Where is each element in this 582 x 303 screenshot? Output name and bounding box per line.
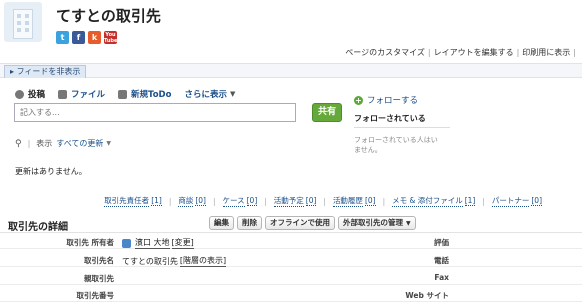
related-link-contacts[interactable]: 取引先責任者 [104,195,150,207]
customize-page-link[interactable]: ページのカスタマイズ [345,48,425,57]
social-links: t f k You Tube [56,31,117,44]
twitter-icon[interactable]: t [56,31,69,44]
facebook-icon[interactable]: f [72,31,85,44]
account-icon [4,2,42,42]
klout-icon[interactable]: k [88,31,101,44]
file-icon [58,89,68,99]
related-link-opportunities[interactable]: 商談 [178,195,194,207]
field-label: 親取引先 [84,274,114,283]
feed-filter: ⚲ | 表示 すべての更新 ▼ [15,138,112,149]
tab-new-todo[interactable]: 新規ToDo [118,88,171,100]
detail-row-owner: 取引先 所有者 濱口 大地 [変更] 評価 [0,234,582,249]
speech-bubble-icon [15,89,24,99]
caret-down-icon: ▼ [106,140,112,147]
feed-bar [0,63,582,78]
edit-button[interactable]: 編集 [209,216,234,230]
related-list-links: 取引先責任者 [1] | 商談 [0] | ケース [0] | 活動予定 [0] | 活動履歴[… [104,195,542,207]
filter-dropdown[interactable]: すべての更新 [56,138,103,149]
section-title: 取引先の詳細 [8,222,68,233]
followers-title: フォローされている [354,114,426,123]
delete-button[interactable]: 削除 [237,216,262,230]
owner-link[interactable]: 濱口 大地 [135,237,170,249]
caret-down-icon: ▼ [406,220,411,227]
use-offline-button[interactable]: オフラインで使用 [265,216,335,230]
edit-layout-link[interactable]: レイアウトを編集する [434,48,514,57]
related-link-activity-history[interactable]: 活動履歴 [332,195,363,207]
related-link-cases[interactable]: ケース [222,195,245,207]
post-input[interactable] [14,103,296,122]
caret-down-icon: ▼ [229,90,236,98]
tab-file[interactable]: ファイル [58,88,105,100]
view-hierarchy-link[interactable]: [階層の表示] [179,255,227,267]
manage-external-account-button[interactable]: 外部取引先の管理 ▼ [338,216,416,230]
related-link-partners[interactable]: パートナー [491,195,530,207]
tab-post[interactable]: 投稿 [15,88,45,100]
no-updates-text: 更新はありません。 [15,167,87,176]
field-label: 取引先名 [84,256,114,265]
related-link-notes-attachments[interactable]: メモ & 添付ファイル [392,195,463,207]
detail-row-parent-account: 親取引先 Fax [0,270,582,285]
top-links: ページのカスタマイズ | レイアウトを編集する | 印刷用に表示 | [345,48,576,57]
field-label: 取引先番号 [76,291,115,300]
field-value: 濱口 大地 [変更] [122,237,194,249]
detail-row-account-name: 取引先名 てすとの取引先 [階層の表示] 電話 [0,252,582,267]
change-owner-link[interactable]: [変更] [171,237,194,249]
filter-label: 表示 [36,139,53,148]
field-label: 電話 [434,256,449,265]
todo-icon [118,89,128,99]
printable-view-link[interactable]: 印刷用に表示 [522,48,570,57]
field-label: Web サイト [405,291,449,300]
youtube-icon[interactable]: You Tube [104,31,117,44]
hide-feed-toggle[interactable]: ▸ フィードを非表示 [4,65,87,78]
follow-button[interactable]: + フォローする [354,94,418,106]
publisher-tabs: 投稿 ファイル 新規ToDo さらに表示 ▼ [15,88,248,100]
field-label: 評価 [434,238,449,247]
detail-row-account-number: 取引先番号 Web サイト [0,287,582,302]
field-label: Fax [434,273,449,282]
search-icon[interactable]: ⚲ [15,139,22,149]
page-title: てすとの取引先 [56,7,161,25]
followers-empty-text: フォローされている人はいません。 [354,136,438,154]
tab-more[interactable]: さらに表示 ▼ [184,88,235,100]
field-value: てすとの取引先 [階層の表示] [122,255,227,267]
plus-icon: + [354,95,363,105]
divider [354,127,450,128]
divider [0,232,582,233]
share-button[interactable]: 共有 [312,103,342,122]
field-label: 取引先 所有者 [66,238,114,247]
related-link-open-activities[interactable]: 活動予定 [273,195,304,207]
detail-button-row: 編集 削除 オフラインで使用 外部取引先の管理 ▼ [209,216,416,230]
user-icon [122,238,131,248]
